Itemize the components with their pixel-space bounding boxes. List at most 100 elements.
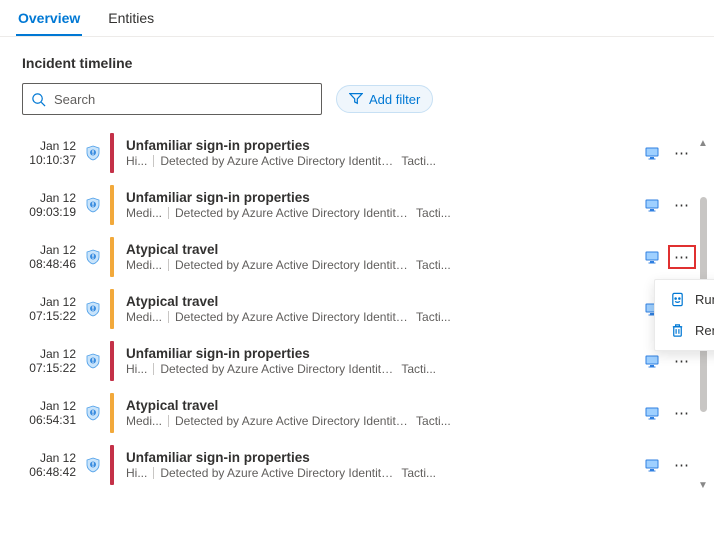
menu-run-playbook-label: Run playbook <box>695 292 714 307</box>
row-more-button[interactable]: ⋯ <box>668 141 696 165</box>
menu-remove-alert[interactable]: Remove alert <box>655 315 714 346</box>
alert-details: Unfamiliar sign-in propertiesHi... Detect… <box>122 138 636 168</box>
timestamp: Jan 1210:10:37 <box>22 139 76 167</box>
playbook-icon <box>669 292 685 307</box>
timeline: Jan 1210:10:37 Unfamiliar sign-in propert… <box>0 127 714 503</box>
filter-icon <box>349 91 363 108</box>
tactics-text: Tacti... <box>416 258 451 272</box>
severity-bar <box>110 289 114 329</box>
alert-details: Unfamiliar sign-in propertiesHi... Detect… <box>122 346 636 376</box>
alert-details: Atypical travelMedi... Detected by Azure … <box>122 294 636 324</box>
alert-details: Unfamiliar sign-in propertiesMedi... Dete… <box>122 190 636 220</box>
alert-shield-icon <box>84 249 102 265</box>
monitor-icon <box>644 405 660 421</box>
trash-icon <box>669 323 685 338</box>
alert-title: Unfamiliar sign-in properties <box>126 450 636 465</box>
alert-description: Detected by Azure Active Directory Ident… <box>160 362 395 376</box>
search-input[interactable] <box>54 92 313 107</box>
alert-shield-icon <box>84 197 102 213</box>
alert-shield-icon <box>84 145 102 161</box>
alert-description: Detected by Azure Active Directory Ident… <box>160 154 395 168</box>
alert-title: Unfamiliar sign-in properties <box>126 138 636 153</box>
timeline-list: Jan 1210:10:37 Unfamiliar sign-in propert… <box>22 127 696 491</box>
monitor-icon <box>644 353 660 369</box>
alert-description: Detected by Azure Active Directory Ident… <box>175 310 410 324</box>
alert-details: Unfamiliar sign-in propertiesHi...Detect… <box>122 450 636 480</box>
divider <box>168 415 169 427</box>
search-icon <box>31 92 46 107</box>
monitor-icon <box>644 249 660 265</box>
alert-title: Atypical travel <box>126 294 636 309</box>
alert-details: Atypical travelMedi... Detected by Azure … <box>122 242 636 272</box>
tactics-text: Tacti... <box>401 466 436 480</box>
add-filter-label: Add filter <box>369 92 420 107</box>
alert-shield-icon <box>84 405 102 421</box>
severity-bar <box>110 185 114 225</box>
alert-description: Detected by Azure Active Directory Ident… <box>160 466 395 480</box>
tab-entities[interactable]: Entities <box>106 0 156 36</box>
severity-text: Hi... <box>126 362 147 376</box>
timeline-row[interactable]: Jan 1206:48:42 Unfamiliar sign-in propert… <box>22 439 696 491</box>
timestamp: Jan 1209:03:19 <box>22 191 76 219</box>
alert-title: Atypical travel <box>126 242 636 257</box>
divider <box>168 259 169 271</box>
timestamp: Jan 1206:48:42 <box>22 451 76 479</box>
alert-shield-icon <box>84 457 102 473</box>
severity-bar <box>110 445 114 485</box>
monitor-icon <box>644 145 660 161</box>
tactics-text: Tacti... <box>401 362 436 376</box>
timeline-row[interactable]: Jan 1207:15:22 Unfamiliar sign-in propert… <box>22 335 696 387</box>
severity-text: Medi... <box>126 414 162 428</box>
timeline-row[interactable]: Jan 1210:10:37 Unfamiliar sign-in propert… <box>22 127 696 179</box>
search-box[interactable] <box>22 83 322 115</box>
alert-title: Atypical travel <box>126 398 636 413</box>
menu-remove-alert-label: Remove alert <box>695 323 714 338</box>
row-more-button[interactable]: ⋯ <box>668 401 696 425</box>
timeline-row[interactable]: Jan 1207:15:22 Atypical travelMedi... Dete… <box>22 283 696 335</box>
timeline-row[interactable]: Jan 1209:03:19 Unfamiliar sign-in propert… <box>22 179 696 231</box>
timeline-row[interactable]: Jan 1208:48:46 Atypical travelMedi... Dete… <box>22 231 696 283</box>
timeline-row[interactable]: Jan 1206:54:31 Atypical travelMedi...Dete… <box>22 387 696 439</box>
monitor-icon <box>644 197 660 213</box>
alert-shield-icon <box>84 301 102 317</box>
row-more-button[interactable]: ⋯ <box>668 453 696 477</box>
divider <box>153 363 154 375</box>
tactics-text: Tacti... <box>416 206 451 220</box>
severity-text: Medi... <box>126 206 162 220</box>
scroll-down-arrow[interactable]: ▼ <box>698 481 708 491</box>
row-context-menu: Run playbook Remove alert <box>654 279 714 351</box>
tab-overview[interactable]: Overview <box>16 0 82 36</box>
timestamp: Jan 1206:54:31 <box>22 399 76 427</box>
tactics-text: Tacti... <box>401 154 436 168</box>
alert-details: Atypical travelMedi...Detected by Azure … <box>122 398 636 428</box>
row-more-button[interactable]: ⋯ <box>668 193 696 217</box>
alert-title: Unfamiliar sign-in properties <box>126 190 636 205</box>
divider <box>168 311 169 323</box>
alert-title: Unfamiliar sign-in properties <box>126 346 636 361</box>
timestamp: Jan 1208:48:46 <box>22 243 76 271</box>
severity-bar <box>110 393 114 433</box>
tab-strip: Overview Entities <box>0 0 714 37</box>
tactics-text: Tacti... <box>416 414 451 428</box>
severity-text: Hi... <box>126 154 147 168</box>
divider <box>153 467 154 479</box>
panel-title: Incident timeline <box>0 37 714 83</box>
scroll-up-arrow[interactable]: ▲ <box>698 139 708 149</box>
timestamp: Jan 1207:15:22 <box>22 295 76 323</box>
row-more-button[interactable]: ⋯ <box>668 245 696 269</box>
severity-text: Medi... <box>126 310 162 324</box>
severity-text: Medi... <box>126 258 162 272</box>
severity-bar <box>110 341 114 381</box>
divider <box>168 207 169 219</box>
severity-bar <box>110 133 114 173</box>
divider <box>153 155 154 167</box>
tactics-text: Tacti... <box>416 310 451 324</box>
add-filter-button[interactable]: Add filter <box>336 85 433 113</box>
alert-description: Detected by Azure Active Directory Ident… <box>175 206 410 220</box>
alert-description: Detected by Azure Active Directory Ident… <box>175 258 410 272</box>
timestamp: Jan 1207:15:22 <box>22 347 76 375</box>
menu-run-playbook[interactable]: Run playbook <box>655 284 714 315</box>
row-more-button[interactable]: ⋯ <box>668 349 696 373</box>
alert-shield-icon <box>84 353 102 369</box>
severity-bar <box>110 237 114 277</box>
